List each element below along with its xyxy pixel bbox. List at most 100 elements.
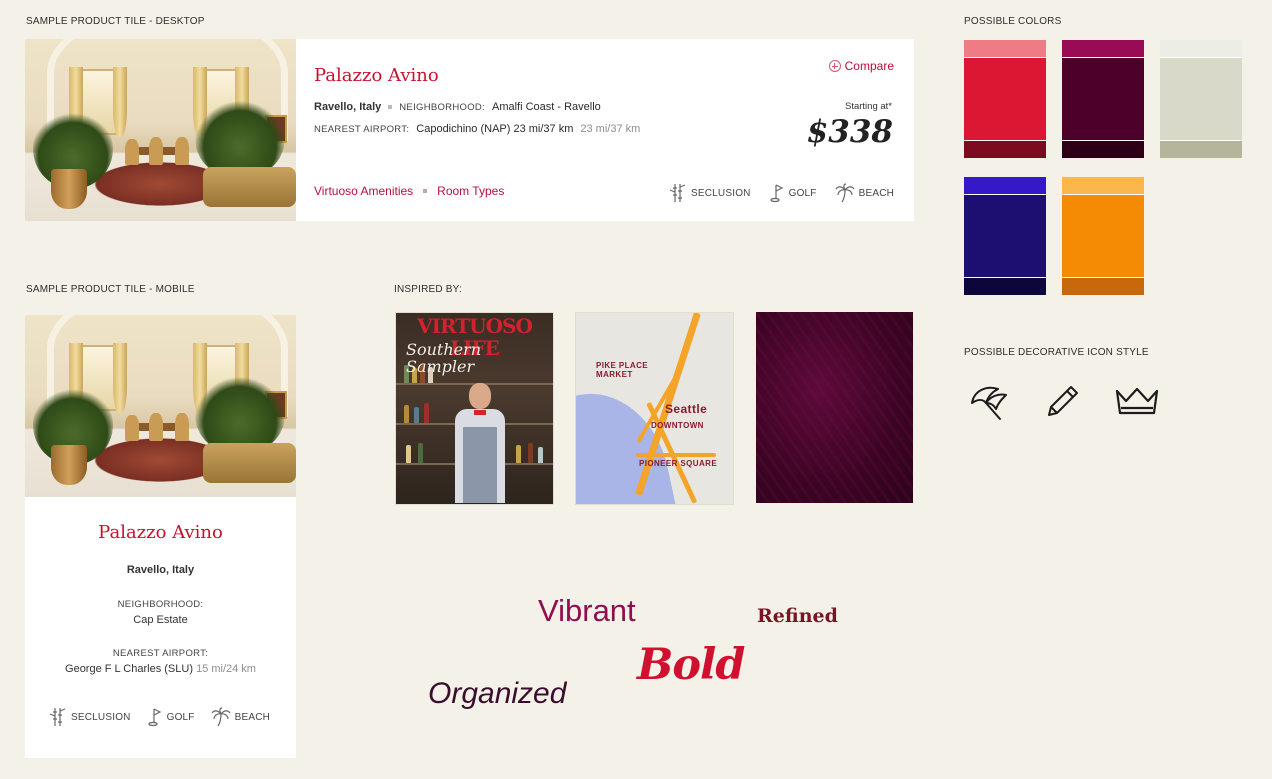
color-chip [1062,195,1144,277]
airport-distance: 15 mi/24 km [196,663,256,675]
amenity-icons-row: SECLUSION GOLF BEACH [669,183,894,203]
color-swatch-sage [1160,40,1242,158]
photo-detail [451,383,509,503]
desktop-section-label: SAMPLE PRODUCT TILE - DESKTOP [26,16,205,27]
golf-flag-icon [769,184,783,203]
map-label-seattle: Seattle [665,402,708,416]
hotel-room-photo[interactable] [25,315,296,497]
amenity-icons-row: SECLUSION GOLF BEACH [49,707,270,727]
color-chip [964,177,1046,194]
hotel-title[interactable]: Palazzo Avino [25,522,296,543]
photo-detail [474,410,486,415]
color-chip [964,141,1046,158]
map-label-pioneer-square: PIONEER SQUARE [639,459,718,468]
divider-square [388,105,393,109]
colors-section-label: POSSIBLE COLORS [964,16,1062,27]
color-chip [964,40,1046,57]
location-text: Ravello, Italy [314,101,382,113]
mood-word-refined: Refined [757,605,838,627]
mood-word-organized: Organized [428,677,567,710]
photo-detail [636,453,716,457]
color-chip [1062,141,1144,158]
starting-at-label: Starting at* [845,101,892,112]
photo-detail [528,443,533,463]
mobile-section-label: SAMPLE PRODUCT TILE - MOBILE [26,284,195,295]
airport-distance: 23 mi/37 km [580,123,641,135]
photo-detail [538,447,543,463]
photo-detail [175,413,189,441]
amenity-golf: GOLF [147,707,195,727]
photo-detail [463,427,497,503]
color-swatch-magenta [1062,40,1144,158]
desktop-product-tile[interactable]: Palazzo Avino Compare Ravello, Italy NEI… [25,39,914,221]
photo-detail [149,137,163,165]
hotel-title[interactable]: Palazzo Avino [314,65,439,86]
amenity-seclusion-label: SECLUSION [691,187,751,199]
color-swatch-orange [1062,177,1144,295]
photo-detail [51,169,87,209]
airport-value: George F L Charles (SLU) [65,663,193,675]
photo-detail [125,139,139,165]
inspired-section-label: INSPIRED BY: [394,284,462,295]
amenity-golf-label: GOLF [788,187,817,199]
bamboo-icon [669,184,686,202]
seattle-map-image: PIKE PLACE MARKET Seattle DOWNTOWN PIONE… [575,312,734,505]
color-swatch-indigo [964,177,1046,295]
airport-value: Capodichino (NAP) 23 mi/37 km [416,123,574,135]
photo-detail [113,343,127,413]
color-chip [1160,40,1242,57]
airport-row: NEAREST AIRPORT: Capodichino (NAP) 23 mi… [314,123,640,135]
amenity-beach-label: BEACH [234,711,271,723]
umbrella-icon [968,383,1010,426]
hotel-room-photo[interactable] [25,39,296,221]
color-chip [1062,58,1144,140]
amenity-beach: BEACH [211,707,270,727]
color-chip [964,195,1046,277]
neighborhood-label: NEIGHBORHOOD: [399,101,485,113]
airport-label: NEAREST AIRPORT: [112,648,209,659]
mood-word-bold: Bold [637,640,745,690]
neighborhood-value: Cap Estate [133,614,188,626]
compare-button[interactable]: Compare [828,59,894,73]
amenity-beach-label: BEACH [858,187,895,199]
photo-detail [406,445,411,463]
mood-word-vibrant: Vibrant [538,593,636,628]
photo-detail [175,137,189,165]
virtuoso-amenities-link[interactable]: Virtuoso Amenities [314,184,413,198]
texture-image [756,312,913,503]
mobile-product-tile[interactable]: Palazzo Avino Ravello, Italy NEIGHBORHOO… [25,315,296,758]
neighborhood-value: Amalfi Coast - Ravello [491,101,601,113]
pencil-icon [1043,383,1081,426]
amenity-beach: BEACH [835,183,894,203]
photo-detail [424,403,429,423]
photo-detail [203,167,296,207]
color-chip [1062,40,1144,57]
plus-circle-icon [828,60,841,72]
amenity-seclusion: SECLUSION [49,707,131,727]
price: $338 [806,114,893,150]
airport-row: George F L Charles (SLU) 15 mi/24 km [25,663,296,675]
magazine-headline-line-2: Sampler [406,357,475,376]
tile-links: Virtuoso Amenities Room Types [314,184,504,198]
amenity-seclusion: SECLUSION [669,183,751,203]
location-text: Ravello, Italy [126,564,195,576]
photo-detail [516,445,521,463]
neighborhood-label: NEIGHBORHOOD: [117,599,204,610]
palm-tree-icon [835,183,855,203]
crown-icon [1114,383,1160,426]
photo-detail [125,415,139,441]
color-chip [964,58,1046,140]
room-types-link[interactable]: Room Types [437,184,504,198]
color-chip [1160,58,1242,140]
photo-detail [469,383,491,409]
color-chip [1062,278,1144,295]
photo-detail [51,445,87,485]
photo-detail [113,67,127,137]
amenity-golf-label: GOLF [166,711,195,723]
bamboo-icon [49,708,66,726]
magazine-cover-image: VIRTUOSO LIFE Southern Sampler [395,312,554,505]
location-row: Ravello, Italy NEIGHBORHOOD: Amalfi Coas… [314,101,601,113]
magazine-headline: Southern Sampler [406,341,481,375]
icons-section-label: POSSIBLE DECORATIVE ICON STYLE [964,347,1149,358]
amenity-seclusion-label: SECLUSION [71,711,131,723]
